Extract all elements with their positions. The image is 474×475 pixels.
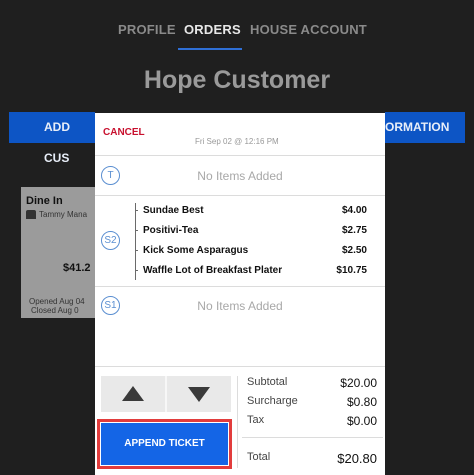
customer-tabs: PROFILE ORDERS HOUSE ACCOUNT — [0, 22, 474, 50]
tax-value: $0.00 — [346, 414, 377, 428]
ticket-opened: Opened Aug 04 — [29, 297, 85, 306]
item-price: $4.00 — [341, 205, 367, 216]
list-item[interactable]: Waffle Lot of Breakfast Plater $10.75 — [135, 265, 367, 283]
arrow-up-icon — [122, 386, 144, 401]
seat-arrows — [101, 376, 231, 412]
active-tab-indicator — [178, 48, 242, 50]
divider — [95, 195, 385, 196]
totals-divider — [242, 437, 383, 438]
tab-house-account[interactable]: HOUSE ACCOUNT — [250, 22, 367, 37]
tax-label: Tax — [247, 414, 265, 426]
add-customer-button[interactable]: ADD CUS — [9, 112, 95, 165]
seat-t-empty-text: No Items Added — [197, 169, 283, 183]
item-tick — [135, 230, 138, 231]
item-name: Sundae Best — [143, 205, 204, 216]
append-ticket-modal: CANCEL Fri Sep 02 @ 12:16 PM T No Items … — [95, 113, 385, 475]
item-name: Positivi-Tea — [143, 225, 199, 236]
total-label: Total — [247, 451, 271, 463]
move-down-button[interactable] — [167, 376, 231, 412]
ticket-closed: Closed Aug 0 — [31, 306, 79, 315]
totals-separator — [237, 376, 238, 468]
total-value: $20.80 — [337, 451, 377, 466]
surcharge-label: Surcharge — [247, 395, 298, 407]
seat-s2-bracket — [135, 203, 136, 280]
divider — [95, 155, 385, 156]
item-name: Waffle Lot of Breakfast Plater — [143, 265, 283, 276]
item-name: Kick Some Asparagus — [143, 245, 249, 256]
move-up-button[interactable] — [101, 376, 165, 412]
tab-orders[interactable]: ORDERS — [184, 22, 241, 37]
item-price: $2.75 — [341, 225, 367, 236]
ticket-amount: $41.2 — [63, 262, 91, 274]
customer-information-button[interactable]: ORMATION — [385, 112, 465, 143]
list-item[interactable]: Kick Some Asparagus $2.50 — [135, 245, 367, 263]
surcharge-value: $0.80 — [346, 395, 377, 409]
customer-name: Hope Customer — [143, 66, 331, 94]
ticket-server-name: Tammy Mana — [39, 210, 88, 219]
list-item[interactable]: Positivi-Tea $2.75 — [135, 225, 367, 243]
seat-s1-empty-text: No Items Added — [197, 299, 283, 313]
item-price: $2.50 — [341, 245, 367, 256]
ticket-card[interactable]: Dine In Tammy Mana $41.2 Opened Aug 04 C… — [21, 187, 95, 318]
item-price: $10.75 — [336, 265, 367, 276]
divider — [95, 286, 385, 287]
subtotal-label: Subtotal — [247, 376, 288, 388]
append-ticket-button[interactable]: APPEND TICKET — [101, 423, 228, 465]
server-icon — [26, 210, 36, 220]
app-root: PROFILE ORDERS HOUSE ACCOUNT Hope Custom… — [0, 0, 474, 475]
tab-profile[interactable]: PROFILE — [118, 22, 176, 37]
ticket-server: Tammy Mana — [26, 210, 88, 220]
modal-footer: APPEND TICKET Subtotal $20.00 Surcharge … — [95, 367, 385, 475]
item-tick — [135, 250, 138, 251]
item-tick — [135, 210, 138, 211]
cancel-button[interactable]: CANCEL — [103, 127, 145, 138]
seat-badge-s2[interactable]: S2 — [101, 231, 120, 250]
arrow-down-icon — [188, 387, 210, 402]
subtotal-value: $20.00 — [340, 376, 377, 390]
item-tick — [135, 270, 138, 271]
ticket-type: Dine In — [26, 195, 63, 207]
ticket-date: Fri Sep 02 @ 12:16 PM — [195, 137, 279, 146]
list-item[interactable]: Sundae Best $4.00 — [135, 205, 367, 223]
